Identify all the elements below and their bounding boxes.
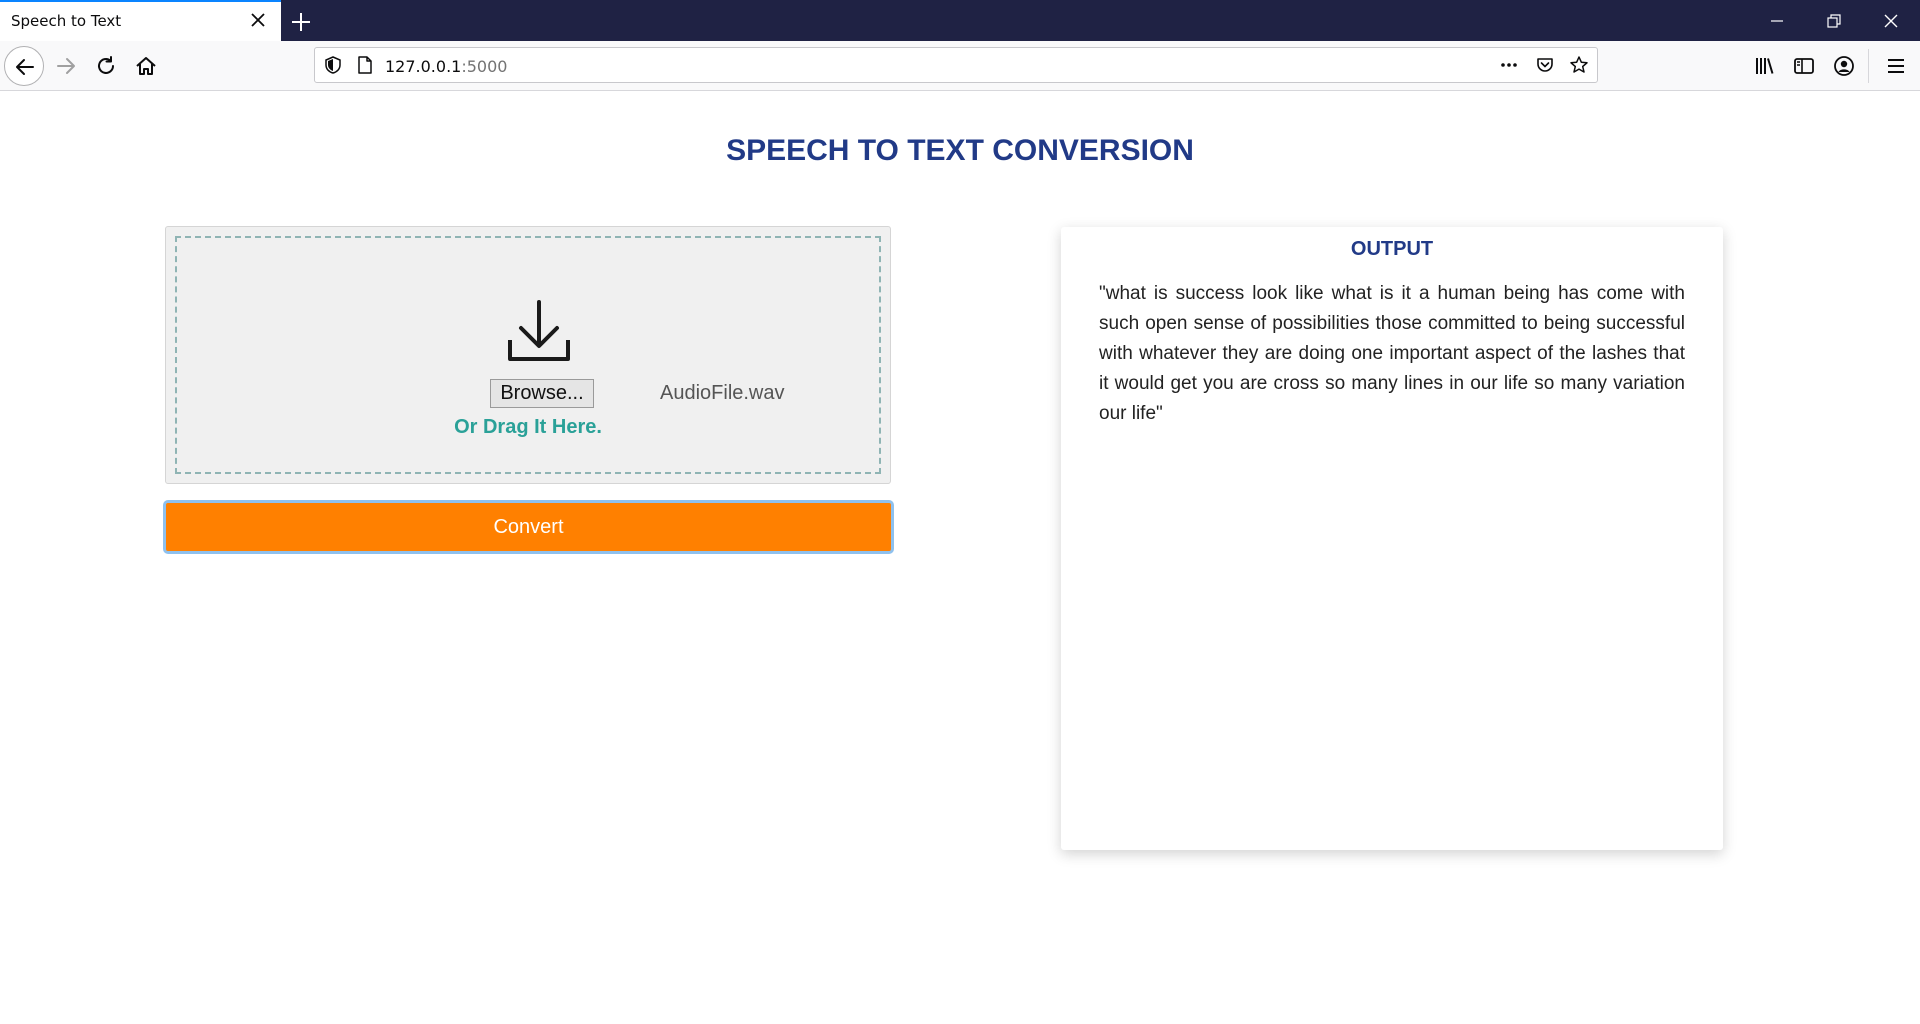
minimize-icon[interactable] [1768, 12, 1786, 30]
plus-icon[interactable] [288, 9, 314, 35]
tab-title: Speech to Text [11, 12, 122, 30]
close-icon[interactable] [249, 11, 267, 29]
page-title: SPEECH TO TEXT CONVERSION [726, 134, 1194, 167]
arrow-left-icon [16, 59, 34, 75]
convert-button[interactable]: Convert [163, 500, 894, 554]
output-panel: OUTPUT "what is success look like what i… [1061, 227, 1723, 850]
output-text: "what is success look like what is it a … [1099, 283, 1685, 424]
home-icon[interactable] [134, 54, 158, 78]
library-icon[interactable] [1752, 54, 1776, 78]
sidebar-icon[interactable] [1792, 54, 1816, 78]
drag-hint: Or Drag It Here. [454, 416, 602, 438]
tab-active[interactable]: Speech to Text [0, 0, 281, 41]
page-icon[interactable] [355, 55, 375, 75]
window-close-icon[interactable] [1882, 12, 1900, 30]
account-icon[interactable] [1832, 54, 1856, 78]
tab-strip: Speech to Text [0, 0, 1920, 41]
output-title: OUTPUT [1350, 238, 1434, 260]
url-host: 127.0.0.1 [385, 57, 462, 76]
shield-icon[interactable] [323, 55, 343, 75]
upload-dropzone[interactable]: Browse... AudioFile.wav Or Drag It Here. [165, 226, 891, 484]
url-text[interactable]: 127.0.0.1:5000 [385, 57, 507, 76]
navigation-toolbar: 127.0.0.1:5000 [0, 41, 1920, 91]
url-port: :5000 [461, 57, 508, 76]
reload-icon[interactable] [94, 54, 118, 78]
back-button[interactable] [4, 46, 44, 86]
star-icon[interactable] [1569, 55, 1589, 75]
selected-file-name: AudioFile.wav [660, 382, 785, 404]
restore-icon[interactable] [1825, 12, 1843, 30]
hamburger-icon[interactable] [1884, 54, 1908, 78]
pocket-icon[interactable] [1535, 55, 1555, 75]
download-icon [508, 300, 570, 361]
dropzone-border: Browse... AudioFile.wav Or Drag It Here. [175, 236, 881, 474]
toolbar-separator [1868, 49, 1869, 83]
arrow-right-icon[interactable] [54, 54, 78, 78]
url-bar[interactable]: 127.0.0.1:5000 [314, 47, 1598, 83]
more-icon[interactable] [1499, 55, 1519, 75]
browse-button[interactable]: Browse... [490, 379, 594, 408]
